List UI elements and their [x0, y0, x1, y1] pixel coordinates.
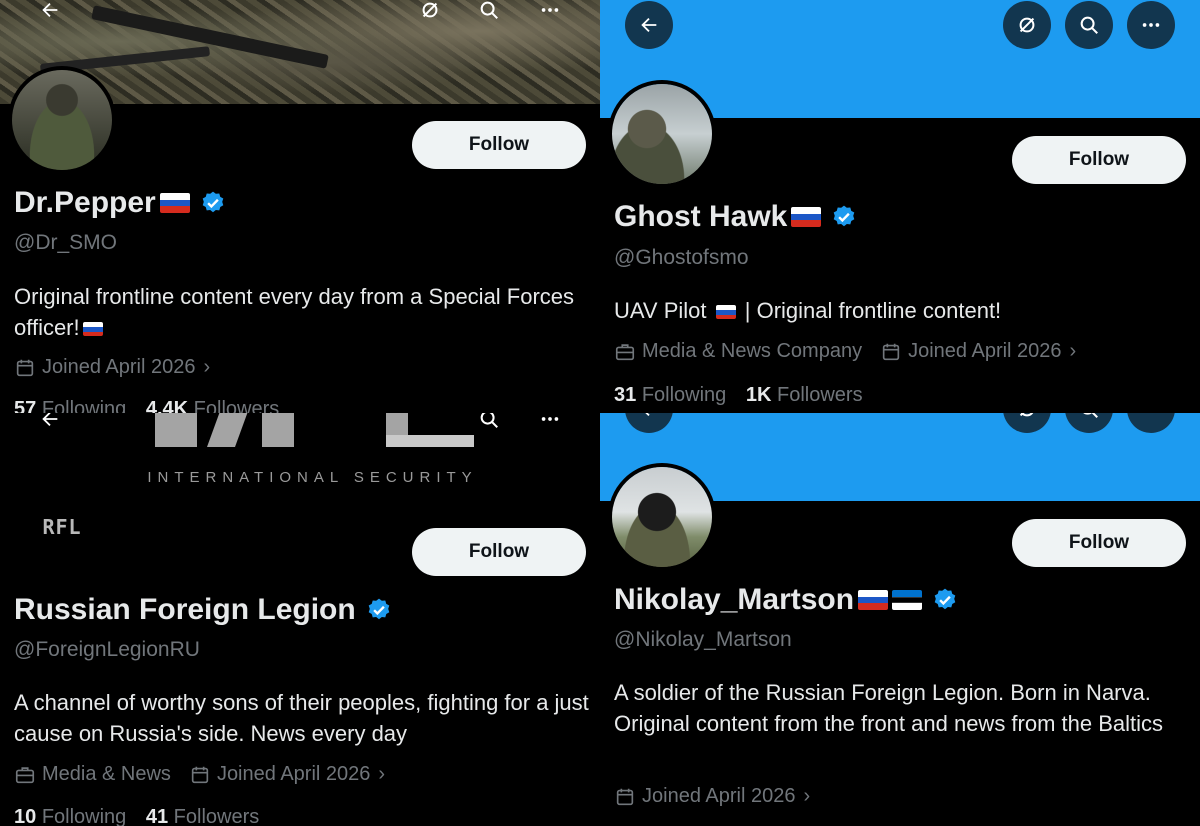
- avatar[interactable]: [608, 80, 716, 188]
- russia-flag-icon: [715, 305, 736, 320]
- profile-handle: @Ghostofsmo: [614, 246, 749, 269]
- profile-meta: Joined April 2026 ›: [614, 785, 828, 808]
- profile-stats: 31 Following 1K Followers: [614, 384, 863, 407]
- profile-panel-dr-pepper: Follow Dr.Pepper @Dr_SMO Original frontl…: [0, 0, 600, 413]
- joined-date[interactable]: Joined April 2026 ›: [14, 356, 210, 379]
- following-link[interactable]: 57 Following: [14, 398, 126, 413]
- profile-name: Dr.Pepper: [14, 186, 226, 220]
- followers-link[interactable]: 4.4K Followers: [146, 398, 279, 413]
- banner-logo-shape: [155, 413, 197, 447]
- following-link[interactable]: 31 Following: [614, 384, 726, 406]
- joined-date[interactable]: Joined April 2026 ›: [880, 340, 1076, 363]
- briefcase-icon: [615, 343, 635, 360]
- profile-handle: @Dr_SMO: [14, 231, 117, 254]
- search-icon: [1080, 16, 1098, 34]
- profile-panel-nikolay-martson: Follow Nikolay_Martson @Nikolay_Martson …: [600, 413, 1200, 826]
- profile-stats: 57 Following 4.4K Followers: [14, 398, 279, 413]
- arrow-left-icon: [641, 17, 657, 33]
- calendar-icon: [616, 788, 634, 805]
- verified-badge-icon: [368, 598, 389, 620]
- followers-link[interactable]: 41 Followers: [146, 806, 259, 826]
- chevron-right-icon: ›: [203, 356, 211, 378]
- profile-handle: @ForeignLegionRU: [14, 638, 200, 661]
- more-icon: [541, 417, 559, 421]
- avatar-logo: RFL: [42, 515, 82, 539]
- followers-link[interactable]: 1K Followers: [746, 384, 863, 406]
- avatar[interactable]: RFL: [8, 473, 116, 581]
- follow-button[interactable]: Follow: [1012, 519, 1186, 567]
- banner-logo-shape: [262, 413, 294, 447]
- grok-icon: [1019, 17, 1035, 33]
- more-icon: [1140, 413, 1162, 420]
- avatar[interactable]: [8, 66, 116, 174]
- joined-date[interactable]: Joined April 2026 ›: [189, 763, 385, 786]
- more-button[interactable]: [1127, 1, 1175, 49]
- chevron-right-icon: ›: [803, 785, 811, 807]
- banner-logo-shape: [206, 413, 252, 447]
- estonia-flag-icon: [892, 590, 923, 610]
- arrow-left-icon: [42, 413, 58, 427]
- search-icon: [480, 1, 498, 19]
- calendar-icon: [882, 343, 900, 360]
- category-label: Media & News Company: [614, 340, 862, 363]
- grok-icon: [422, 2, 438, 18]
- back-button[interactable]: [625, 1, 673, 49]
- search-icon: [1083, 413, 1098, 418]
- profile-name: Nikolay_Martson: [614, 583, 958, 617]
- verified-badge-icon: [834, 205, 855, 227]
- arrow-left-icon: [645, 413, 650, 417]
- banner-logo-shape: [386, 435, 474, 447]
- more-icon: [1142, 23, 1160, 27]
- chevron-right-icon: ›: [1069, 340, 1077, 362]
- profile-bio: A soldier of the Russian Foreign Legion.…: [614, 680, 1164, 736]
- profile-bio: UAV Pilot | Original frontline content!: [614, 298, 1002, 323]
- profile-bio: Original frontline content every day fro…: [14, 284, 575, 340]
- profile-meta: Media & News Joined April 2026 ›: [14, 763, 403, 786]
- profile-meta: Media & News Company Joined April 2026 ›: [614, 340, 1094, 363]
- verified-badge-icon: [202, 191, 224, 213]
- search-icon: [480, 413, 498, 428]
- russia-flag-icon: [82, 322, 103, 337]
- profile-handle: @Nikolay_Martson: [614, 628, 792, 651]
- profile-name: Russian Foreign Legion: [14, 593, 392, 627]
- search-button[interactable]: [1065, 1, 1113, 49]
- avatar[interactable]: [608, 463, 716, 571]
- arrow-left-icon: [42, 2, 58, 18]
- profile-stats: 10 Following 41 Followers: [14, 806, 259, 826]
- profile-name: Ghost Hawk: [614, 200, 857, 234]
- calendar-icon: [191, 766, 209, 783]
- category-label: Media & News: [14, 763, 171, 786]
- chevron-right-icon: ›: [378, 763, 386, 785]
- follow-button[interactable]: Follow: [1012, 136, 1186, 184]
- profile-panel-russian-foreign-legion: INTERNATIONAL SECURITY RFL Follow Russia…: [0, 413, 600, 826]
- russia-flag-icon: [858, 590, 889, 610]
- joined-date[interactable]: Joined April 2026 ›: [614, 785, 810, 808]
- following-link[interactable]: 10 Following: [14, 806, 126, 826]
- verified-badge-icon: [934, 588, 956, 610]
- russia-flag-icon: [159, 193, 190, 213]
- more-icon: [541, 8, 559, 12]
- profile-bio: A channel of worthy sons of their people…: [14, 690, 589, 746]
- russia-flag-icon: [791, 207, 822, 227]
- follow-button[interactable]: Follow: [412, 121, 586, 169]
- follow-button[interactable]: Follow: [412, 528, 586, 576]
- grok-icon: [1019, 413, 1034, 417]
- grok-button[interactable]: [1003, 1, 1051, 49]
- profile-meta: Joined April 2026 ›: [14, 356, 228, 379]
- briefcase-icon: [15, 766, 35, 783]
- profile-panel-ghost-hawk: Follow Ghost Hawk @Ghostofsmo UAV Pilot …: [600, 0, 1200, 413]
- calendar-icon: [16, 359, 34, 376]
